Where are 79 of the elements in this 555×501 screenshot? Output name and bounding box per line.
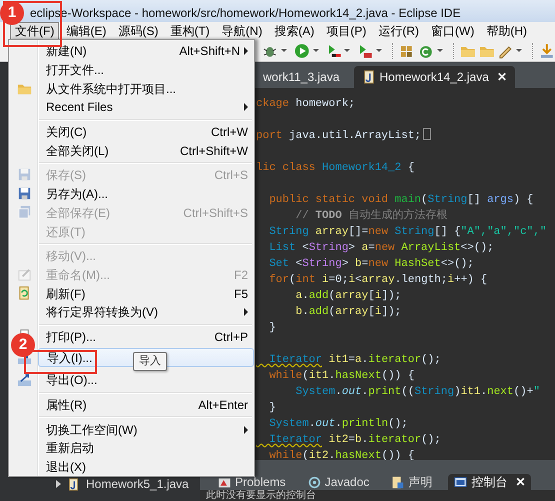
dropdown-caret-icon[interactable] bbox=[280, 49, 287, 52]
tab-label: 声明 bbox=[408, 474, 432, 491]
run-icon[interactable] bbox=[294, 42, 310, 58]
code-line: System.out.println(); bbox=[268, 418, 408, 430]
tooltip: 导入 bbox=[133, 352, 167, 370]
close-icon[interactable]: ✕ bbox=[515, 473, 526, 491]
tab-label: Homework14_2.java bbox=[380, 69, 489, 86]
menu-item[interactable]: 重构(T) bbox=[165, 22, 215, 40]
code-line: a.add(array[i]); bbox=[294, 290, 402, 302]
menu-item[interactable]: 关闭(C) Ctrl+W bbox=[38, 122, 254, 142]
menu-item[interactable]: 刷新(F) F5 bbox=[38, 284, 254, 303]
code-line: List <String> a=new ArrayList<>(); bbox=[268, 242, 494, 254]
save-icon bbox=[16, 167, 32, 182]
menu-item[interactable]: 打开文件... bbox=[38, 60, 254, 80]
java-file-icon bbox=[67, 478, 80, 490]
menu-item[interactable]: 项目(P) bbox=[321, 22, 372, 40]
console-message: 此时没有要显示的控制台 bbox=[206, 490, 316, 501]
save-all-icon bbox=[16, 204, 32, 220]
fold-marker-icon[interactable] bbox=[423, 128, 432, 140]
dropdown-caret-icon[interactable] bbox=[436, 49, 443, 52]
code-line: // TODO 自动生成的方法存根 bbox=[294, 210, 448, 222]
menu-item[interactable]: 源码(S) bbox=[113, 22, 164, 40]
code-line: System.out.print((String)it1.next()+" bbox=[294, 386, 540, 398]
dropdown-caret-icon[interactable] bbox=[312, 49, 319, 52]
document-icon bbox=[391, 476, 404, 488]
code-line: Set <String> b=new HashSet<>(); bbox=[268, 258, 474, 270]
menu-item[interactable]: 导航(N) bbox=[216, 22, 268, 40]
editor-tab[interactable]: work11_3.java bbox=[255, 66, 348, 88]
menu-item[interactable]: 重新启动 bbox=[38, 439, 254, 458]
code-line: public static void main(String[] args) { bbox=[268, 194, 534, 206]
menu-item[interactable]: 帮助(H) bbox=[481, 22, 532, 40]
menu-item[interactable]: 从文件系统中打开项目... bbox=[38, 79, 254, 98]
warning-icon bbox=[218, 476, 231, 488]
code-line: Iterator it2=b.iterator(); bbox=[268, 434, 441, 446]
menu-item[interactable]: 属性(R) Alt+Enter bbox=[38, 396, 254, 414]
menu-item[interactable]: 导出(O)... bbox=[38, 371, 254, 390]
menu-item[interactable]: 窗口(W) bbox=[426, 22, 480, 40]
tab-label: Javadoc bbox=[324, 474, 370, 491]
menu-item[interactable]: 运行(R) bbox=[373, 22, 424, 40]
code-line: ckage homework; bbox=[256, 98, 356, 110]
code-line: String array[]=new String[] {"A","a","c"," bbox=[268, 226, 546, 238]
menu-item[interactable]: 搜索(A) bbox=[269, 22, 320, 40]
java-file-icon bbox=[362, 70, 376, 84]
menu-item[interactable]: 退出(X) bbox=[38, 458, 254, 476]
menu-item[interactable]: 另存为(A)... bbox=[38, 184, 254, 204]
close-icon[interactable]: ✕ bbox=[496, 68, 507, 86]
code-line: for(int i=0;i<array.length;i++) { bbox=[268, 274, 488, 286]
menu-item[interactable]: 切换工作空间(W) bbox=[38, 420, 254, 440]
tab-label: 控制台 bbox=[471, 474, 508, 491]
monitor-icon bbox=[454, 476, 468, 488]
menu-item[interactable]: 编辑(E) bbox=[61, 22, 112, 40]
menu-item[interactable]: 文件(F) bbox=[10, 22, 60, 40]
view-tab[interactable]: Javadoc bbox=[302, 474, 376, 490]
export-icon bbox=[16, 372, 32, 388]
tab-label: Problems bbox=[235, 474, 286, 490]
editor-tab[interactable]: Homework14_2.java ✕ bbox=[354, 66, 515, 88]
rename-icon bbox=[16, 266, 32, 282]
code-line: while(it2.hasNext()) { bbox=[268, 450, 414, 460]
code-line: lic class Homework14_2 { bbox=[256, 162, 414, 174]
dropdown-caret-icon[interactable] bbox=[344, 49, 350, 52]
save-icon bbox=[16, 186, 32, 202]
menu-item[interactable]: 全部关闭(L) Ctrl+Shift+W bbox=[38, 141, 254, 160]
menu-item[interactable]: 打印(P)... Ctrl+P bbox=[38, 328, 254, 346]
code-line: b.add(array[i]); bbox=[294, 306, 402, 318]
code-line: port java.util.ArrayList; bbox=[256, 130, 422, 142]
document-icon bbox=[16, 286, 32, 301]
view-tab[interactable]: 控制台 ✕ bbox=[448, 474, 532, 490]
tab-label: work11_3.java bbox=[263, 69, 340, 86]
dropdown-caret-icon[interactable] bbox=[516, 49, 522, 52]
code-line: while(it1.hasNext()) { bbox=[268, 370, 414, 382]
file-name[interactable]: Homework5_1.java bbox=[86, 475, 189, 493]
code-line: } bbox=[268, 322, 276, 334]
code-line: } bbox=[268, 402, 276, 414]
dropdown-caret-icon[interactable] bbox=[376, 49, 382, 52]
menu-item[interactable]: Recent Files bbox=[38, 98, 254, 117]
menu-item[interactable]: 将行定界符转换为(V) bbox=[38, 302, 254, 322]
code-line: Iterator it1=a.iterator(); bbox=[268, 354, 441, 366]
view-tab[interactable]: 声明 bbox=[385, 474, 438, 490]
view-tab[interactable]: Problems bbox=[212, 474, 292, 490]
